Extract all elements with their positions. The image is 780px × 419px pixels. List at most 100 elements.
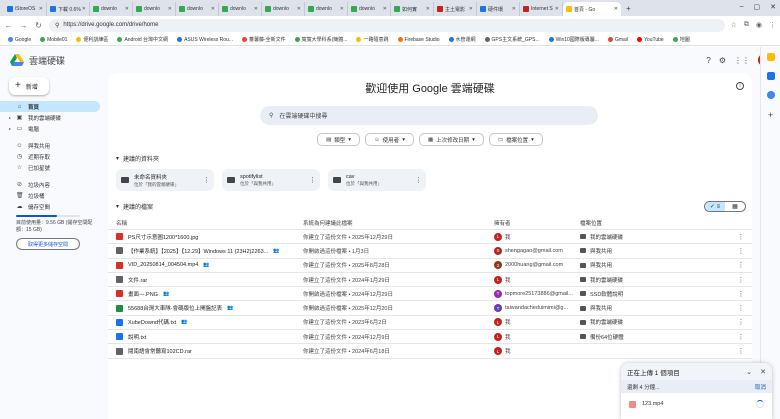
browser-tab[interactable]: 主土電影 ✕ [434, 2, 477, 16]
more-options-icon[interactable]: ⋮ [415, 176, 422, 184]
bookmark-item[interactable]: 一路隨意跳 [356, 36, 389, 43]
sidebar-item-clock[interactable]: ◷ 近期存取 [0, 151, 100, 162]
new-button[interactable]: + 新增 [9, 77, 49, 95]
tab-close-icon[interactable]: ✕ [211, 6, 215, 12]
more-options-icon[interactable]: ⋮ [730, 261, 752, 269]
table-row[interactable]: VID_20250814_004504.mp4 👥 你建立了這份文件 • 2025年… [108, 259, 752, 273]
browser-tab[interactable]: downlo ✕ [176, 2, 219, 16]
info-icon[interactable]: i [736, 82, 744, 90]
more-options-icon[interactable]: ⋮ [730, 276, 752, 284]
browser-tab[interactable]: downlo ✕ [133, 2, 176, 16]
keep-icon[interactable] [766, 53, 775, 61]
table-row[interactable]: 文件.rar 你建立了這份文件 • 2024年1月29日 L 我 我的雲端硬碟 ⋮ [108, 273, 752, 288]
browser-tab[interactable]: downlo ✕ [348, 2, 391, 16]
bookmark-item[interactable]: Gmail [607, 37, 628, 43]
browser-tab[interactable]: downlo ✕ [90, 2, 133, 16]
minimize-icon[interactable]: – [740, 3, 744, 11]
folder-card[interactable]: spotifylist 位於「與我共用」 ⋮ [222, 169, 320, 191]
folder-card[interactable]: cav 位於「與我共用」 ⋮ [328, 169, 426, 191]
back-icon[interactable]: ← [4, 21, 13, 30]
filter-chip[interactable]: ▤ 類型 ▾ [317, 133, 361, 146]
bookmark-item[interactable]: 地圖 [672, 36, 690, 43]
tab-close-icon[interactable]: ✕ [125, 6, 129, 12]
table-row[interactable]: PS尺寸示意圖1200*1600.jpg 你建立了這份文件 • 2025年12月2… [108, 230, 752, 245]
folder-card[interactable]: 未命名資料夾 位於「我的雲端硬碟」 ⋮ [116, 169, 214, 191]
more-options-icon[interactable]: ⋮ [730, 347, 752, 355]
search-input[interactable]: ⚲ 在雲端硬碟中搜尋 [260, 106, 598, 125]
tab-close-icon[interactable]: ✕ [426, 6, 430, 12]
cancel-upload-button[interactable]: 取消 [755, 383, 766, 391]
more-options-icon[interactable]: ⋮ [730, 333, 752, 341]
reload-icon[interactable]: ↻ [34, 21, 43, 30]
tab-close-icon[interactable]: ✕ [39, 6, 43, 12]
forward-icon[interactable]: → [19, 21, 28, 30]
table-row[interactable]: 畫面---.PNG 👥 你開啟過這份檔案 • 2024年12月29日 Ttopmore… [108, 287, 752, 302]
tab-close-icon[interactable]: ✕ [614, 6, 618, 12]
drive-logo-icon[interactable] [10, 54, 24, 66]
tab-close-icon[interactable]: ✕ [168, 6, 172, 12]
browser-tab[interactable]: downlo ✕ [305, 2, 348, 16]
table-row[interactable]: 【作業系統】【2025】【12.29】Windows 11 (23H2)2263… [108, 244, 752, 259]
table-row[interactable]: 55688台灣大車隊-會碼版位上開盤記表 👥 你開啟過這份檔案 • 2025年12月… [108, 301, 752, 316]
tab-close-icon[interactable]: ✕ [297, 6, 301, 12]
filter-chip[interactable]: ☺ 使用者 ▾ [365, 133, 414, 146]
more-options-icon[interactable]: ⋮ [730, 304, 752, 312]
sidebar-item-home[interactable]: ⌂ 首頁 [0, 101, 100, 112]
bookmark-item[interactable]: ASUS Wireless Rou... [177, 37, 233, 43]
maximize-icon[interactable]: ▢ [754, 3, 761, 11]
add-addon-icon[interactable]: + [768, 110, 773, 120]
address-bar[interactable]: ⚲ https://drive.google.com/drive/home [49, 18, 725, 32]
tab-close-icon[interactable]: ✕ [82, 6, 86, 12]
tab-close-icon[interactable]: ✕ [512, 6, 516, 12]
col-name[interactable]: 名稱 [108, 219, 303, 227]
star-bookmark-icon[interactable]: ☆ [731, 21, 737, 29]
contacts-icon[interactable] [766, 91, 775, 99]
bookmark-item[interactable]: Win10國際版專屬... [548, 36, 599, 43]
settings-gear-icon[interactable]: ⚙ [719, 56, 726, 65]
close-icon[interactable]: ✕ [760, 368, 766, 376]
more-options-icon[interactable]: ⋮ [203, 176, 210, 184]
tab-close-icon[interactable]: ✕ [340, 6, 344, 12]
bookmark-item[interactable]: YouTube [637, 37, 664, 43]
sidebar-item-star[interactable]: ☆ 已加星號 [0, 162, 100, 173]
tasks-icon[interactable] [766, 72, 775, 80]
browser-tab[interactable]: 硬件環 ✕ [477, 2, 520, 16]
new-tab-icon[interactable]: + [621, 4, 636, 13]
browser-tab[interactable]: 下載 0.6% ✕ [47, 2, 90, 16]
extensions-icon[interactable]: ⧉ [744, 21, 749, 29]
tab-close-icon[interactable]: ✕ [254, 6, 258, 12]
browser-tab[interactable]: Internet S ✕ [520, 2, 563, 16]
bookmark-item[interactable]: 水管運網 [448, 36, 476, 43]
sidebar-item-drive[interactable]: ▸ ▣ 我的雲端硬碟 [0, 112, 100, 123]
bookmark-item[interactable]: Mobile01 [40, 37, 67, 43]
table-row[interactable]: 說明.txt 你建立了這份文件 • 2024年12月9日 L 我 備份64位硬體 ⋮ [108, 330, 752, 345]
sidebar-item-trash[interactable]: 🗑 垃圾桶 [0, 190, 100, 201]
bookmark-item[interactable]: 寬寬大學科系(簡體... [294, 36, 347, 43]
suggested-folders-heading[interactable]: ▾ 建議的資料夾 [116, 154, 159, 163]
table-row[interactable]: 閱南語會常聽寫102CD.rar 你建立了這份文件 • 2024年6月18日 L 我 ⋮ [108, 344, 752, 359]
more-options-icon[interactable]: ⋮ [730, 233, 752, 241]
browser-tab[interactable]: iStoreOS ✕ [4, 2, 47, 16]
filter-chip[interactable]: ▦ 上次修改日期 ▾ [418, 133, 484, 146]
sidebar-item-spam[interactable]: ⊘ 垃圾內容 [0, 179, 100, 190]
expand-caret-icon[interactable]: ▸ [9, 126, 11, 131]
tab-close-icon[interactable]: ✕ [469, 6, 473, 12]
apps-grid-icon[interactable]: ⋮⋮ [734, 56, 750, 65]
list-view-icon[interactable]: ✓ ≡ [705, 202, 725, 211]
menu-icon[interactable]: ⋮ [769, 21, 776, 29]
tab-close-icon[interactable]: ✕ [555, 6, 559, 12]
tab-close-icon[interactable]: ✕ [383, 6, 387, 12]
browser-tab[interactable]: downlo ✕ [262, 2, 305, 16]
expand-caret-icon[interactable]: ▸ [9, 115, 11, 120]
profile-icon[interactable]: ◉ [756, 21, 762, 29]
browser-tab[interactable]: downlo ✕ [219, 2, 262, 16]
bookmark-item[interactable]: 便利訓練區 [76, 36, 108, 43]
close-window-icon[interactable]: ✕ [770, 3, 776, 11]
bookmark-item[interactable]: Android 台灣中文網 [117, 36, 168, 43]
browser-tab-active[interactable]: 首頁 - Go ✕ [563, 2, 621, 16]
browser-tab[interactable]: 如何實 ✕ [391, 2, 434, 16]
bookmark-item[interactable]: Google [8, 37, 31, 43]
more-options-icon[interactable]: ⋮ [730, 318, 752, 326]
site-info-icon[interactable]: ⚲ [55, 22, 59, 29]
bookmark-item[interactable]: Firebase Studio [397, 37, 440, 43]
